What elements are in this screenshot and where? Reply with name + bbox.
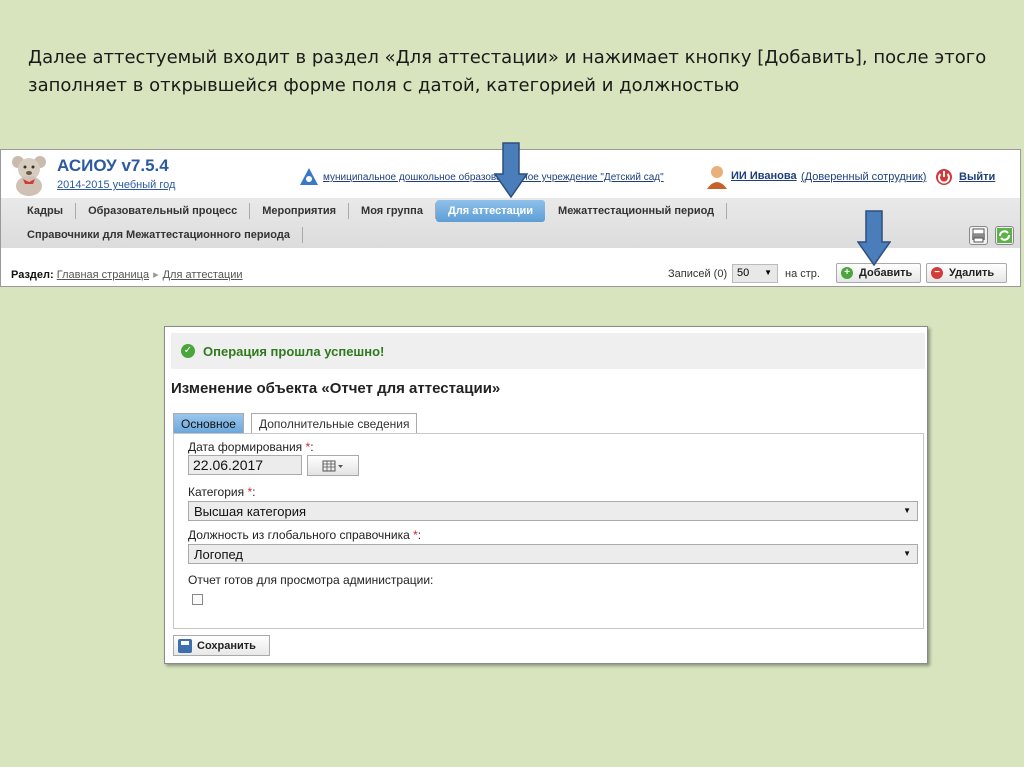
app-title: АСИОУ v7.5.4 xyxy=(57,156,169,175)
form-title: Изменение объекта «Отчет для аттестации» xyxy=(171,380,501,397)
save-button-label: Сохранить xyxy=(197,639,256,652)
teddy-bear-logo-icon xyxy=(12,156,46,196)
nav-item-inter-attestation-period[interactable]: Межаттестационный период xyxy=(546,203,728,219)
calendar-icon xyxy=(322,460,343,471)
edit-form-screenshot: ✓ Операция прошла успешно! Изменение объ… xyxy=(164,326,928,664)
date-field-label: Дата формирования *: xyxy=(188,440,314,454)
pointer-arrow-icon xyxy=(857,210,891,266)
position-field-label: Должность из глобального справочника *: xyxy=(188,528,421,542)
refresh-icon[interactable] xyxy=(995,226,1014,245)
school-year-link[interactable]: 2014-2015 учебный год xyxy=(57,179,175,191)
category-field-label-text: Категория xyxy=(188,485,245,499)
label-colon: : xyxy=(310,440,314,454)
breadcrumb-current-link[interactable]: Для аттестации xyxy=(163,269,243,281)
nav-row-secondary: Справочники для Межаттестационного перио… xyxy=(11,224,303,246)
logout-link[interactable]: Выйти xyxy=(959,171,995,183)
dropdown-arrow-icon: ▼ xyxy=(903,506,911,515)
calendar-button[interactable] xyxy=(307,455,359,476)
records-per-page-value: 50 xyxy=(737,267,750,279)
tab-main[interactable]: Основное xyxy=(173,413,244,433)
success-message: Операция прошла успешно! xyxy=(203,344,385,359)
label-colon: : xyxy=(417,528,422,542)
nav-item-staff[interactable]: Кадры xyxy=(11,203,77,219)
delete-button-label: Удалить xyxy=(949,267,995,279)
position-field-label-text: Должность из глобального справочника xyxy=(188,528,410,542)
user-avatar-icon xyxy=(707,166,727,189)
pointer-arrow-icon xyxy=(494,142,528,198)
records-per-page-select[interactable]: 50 ▼ xyxy=(732,264,778,283)
success-message-bar: ✓ Операция прошла успешно! xyxy=(171,333,925,369)
category-field-label: Категория *: xyxy=(188,485,255,499)
tab-panel-main: Дата формирования *: 22.06.2017 Категори… xyxy=(173,433,924,629)
add-button-label: Добавить xyxy=(859,267,913,279)
nav-item-reference-books[interactable]: Справочники для Межаттестационного перио… xyxy=(11,227,303,243)
breadcrumb-label: Раздел: xyxy=(11,269,54,281)
category-select-value: Высшая категория xyxy=(194,504,306,519)
ready-for-admin-checkbox[interactable] xyxy=(192,594,203,605)
date-input[interactable]: 22.06.2017 xyxy=(188,455,302,475)
breadcrumb-separator-icon: ▸ xyxy=(153,269,159,281)
ready-checkbox-label: Отчет готов для просмотра администрации: xyxy=(188,573,434,587)
nav-item-my-group[interactable]: Моя группа xyxy=(349,203,436,219)
nav-item-education-process[interactable]: Образовательный процесс xyxy=(76,203,251,219)
check-icon: ✓ xyxy=(181,344,195,358)
breadcrumb: Раздел: Главная страница ▸ Для аттестации xyxy=(11,268,243,281)
nav-item-for-attestation[interactable]: Для аттестации xyxy=(435,200,546,222)
label-colon: : xyxy=(252,485,256,499)
breadcrumb-home-link[interactable]: Главная страница xyxy=(57,269,149,281)
add-button[interactable]: + Добавить xyxy=(836,263,921,283)
user-name-link[interactable]: ИИ Иванова xyxy=(731,170,797,182)
caption-line-2: заполняет в открывшейся форме поля с дат… xyxy=(28,75,740,96)
floppy-disk-icon xyxy=(178,638,192,653)
records-per-page-suffix: на стр. xyxy=(785,268,820,280)
organization-icon xyxy=(300,168,318,185)
caption-line-1: Далее аттестуемый входит в раздел «Для а… xyxy=(28,47,987,68)
position-select-value: Логопед xyxy=(194,547,244,562)
date-field-label-text: Дата формирования xyxy=(188,440,303,454)
user-role-link[interactable]: (Доверенный сотрудник) xyxy=(801,171,926,183)
position-select[interactable]: Логопед ▼ xyxy=(188,544,918,564)
save-button[interactable]: Сохранить xyxy=(173,635,270,656)
slide-caption: Далее аттестуемый входит в раздел «Для а… xyxy=(28,44,998,100)
dropdown-arrow-icon: ▼ xyxy=(903,549,911,558)
records-count: Записей (0) xyxy=(668,268,728,280)
category-select[interactable]: Высшая категория ▼ xyxy=(188,501,918,521)
print-icon[interactable] xyxy=(969,226,988,245)
nav-item-events[interactable]: Мероприятия xyxy=(250,203,350,219)
minus-icon: − xyxy=(931,267,943,279)
plus-icon: + xyxy=(841,267,853,279)
nav-row-primary: Кадры Образовательный процесс Мероприяти… xyxy=(11,200,728,222)
tab-additional-info[interactable]: Дополнительные сведения xyxy=(251,413,418,433)
power-logout-icon[interactable] xyxy=(935,168,953,186)
dropdown-arrow-icon: ▼ xyxy=(764,268,772,277)
delete-button[interactable]: − Удалить xyxy=(926,263,1007,283)
